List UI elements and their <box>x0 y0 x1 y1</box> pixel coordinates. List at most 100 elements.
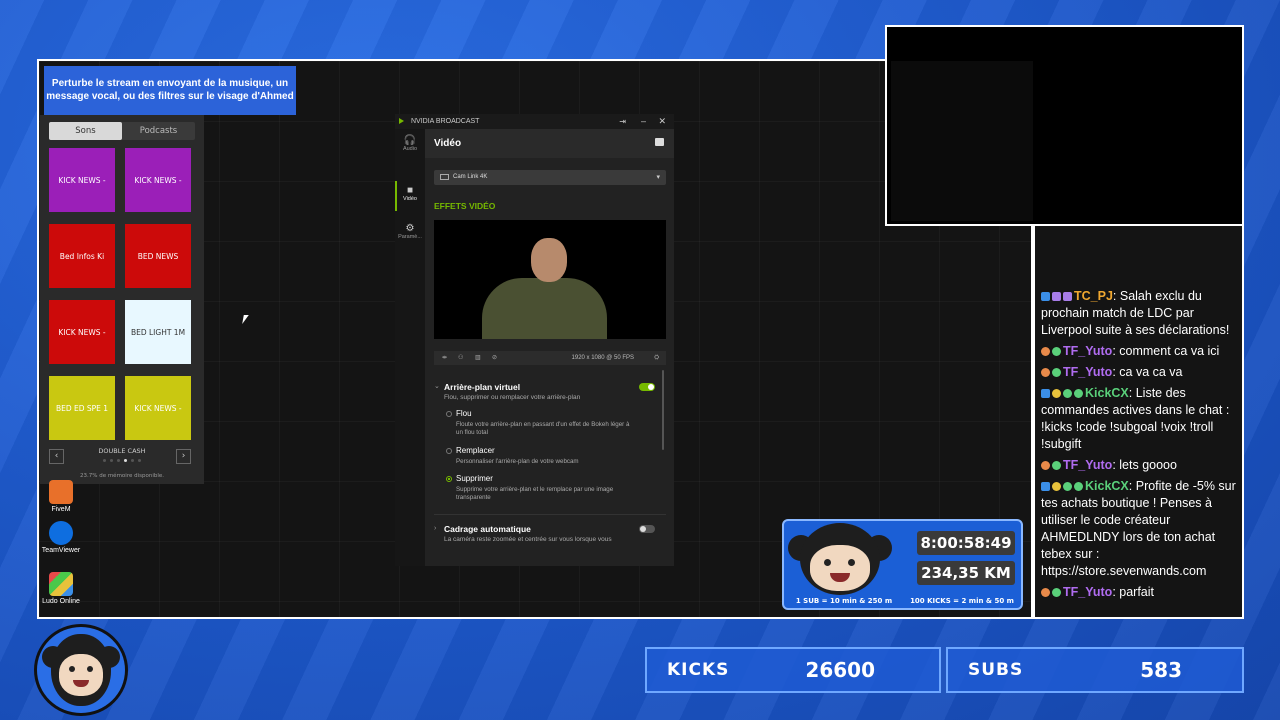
subs-label: SUBS <box>968 660 1024 680</box>
chat-text: ca va ca va <box>1119 365 1183 379</box>
chat-text: Profite de -5% sur tes achats boutique !… <box>1041 479 1236 578</box>
sound-button[interactable]: KICK NEWS - <box>125 376 191 440</box>
chat-message: TC_PJ: Salah exclu du prochain match de … <box>1041 288 1236 339</box>
scrollbar[interactable] <box>662 370 664 450</box>
kicks-label: KICKS <box>667 660 730 680</box>
chat-username[interactable]: TF_Yuto <box>1063 365 1112 379</box>
webcam-feed <box>891 61 1033 221</box>
person-head <box>531 238 567 282</box>
kicks-rule: 100 KICKS = 2 min & 50 m <box>910 597 1014 605</box>
chat-username[interactable]: TF_Yuto <box>1063 585 1112 599</box>
chat-message: TF_Yuto: comment ca va ici <box>1041 343 1236 360</box>
option-radio-flou[interactable] <box>446 411 452 417</box>
timer-display: 8:00:58:49 <box>917 531 1015 555</box>
webcam-icon <box>440 174 449 180</box>
section-title: Vidéo <box>434 138 462 149</box>
badge-icon <box>1041 292 1050 301</box>
resolution-select[interactable]: 1920 x 1080 @ 50 FPS <box>572 351 634 365</box>
nvidia-broadcast-window: NVIDIA BROADCAST ⇥ – ✕ 🎧 Audio ■ Vidéo ⚙… <box>395 114 674 566</box>
desktop-icon-fivem[interactable]: FiveM <box>41 480 81 513</box>
sound-button[interactable]: BED NEWS <box>125 224 191 288</box>
teamviewer-icon <box>49 521 73 545</box>
effect-desc: La caméra reste zoomée et centrée sur vo… <box>444 536 612 543</box>
tab-podcasts[interactable]: Podcasts <box>122 122 195 140</box>
chat-message: KickCX: Profite de -5% sur tes achats bo… <box>1041 478 1236 580</box>
webcam-frame <box>885 25 1244 226</box>
effects-title: EFFETS VIDÉO <box>434 201 496 211</box>
chat-username[interactable]: KickCX <box>1085 386 1129 400</box>
person-icon[interactable]: ⚇ <box>458 351 463 365</box>
hide-icon[interactable]: ⊘ <box>492 351 497 365</box>
mirror-icon[interactable]: ⇹ <box>442 351 447 365</box>
chat-username[interactable]: KickCX <box>1085 479 1129 493</box>
soundboard-tabs: Sons Podcasts <box>49 122 195 140</box>
prev-page-button[interactable]: ‹ <box>49 449 64 464</box>
divider <box>434 514 666 515</box>
speaker-icon[interactable]: ⛭ <box>654 351 659 365</box>
badge-icon <box>1063 292 1072 301</box>
desktop-icon-ludo[interactable]: Ludo Online <box>41 572 81 605</box>
sound-button[interactable]: KICK NEWS - <box>49 300 115 364</box>
badge-icon <box>1041 588 1050 597</box>
sound-button[interactable]: Bed Infos Ki <box>49 224 115 288</box>
chevron-right-icon[interactable]: › <box>434 525 436 532</box>
option-desc: Supprime votre arrière-plan et le rempla… <box>456 486 614 501</box>
chat-username[interactable]: TF_Yuto <box>1063 458 1112 472</box>
option-name: Remplacer <box>456 446 495 455</box>
person-body <box>482 278 607 339</box>
option-desc: Personnaliser l'arrière-plan de votre we… <box>456 458 579 465</box>
effect-toggle[interactable] <box>639 383 655 391</box>
sidebar-item-settings[interactable]: ⚙ Paramè... <box>395 223 425 240</box>
desktop-icon-teamviewer[interactable]: TeamViewer <box>41 521 81 554</box>
window-title: NVIDIA BROADCAST <box>411 118 480 125</box>
layout-icon[interactable]: ▥ <box>475 351 481 365</box>
badge-icon <box>1052 461 1061 470</box>
chat-username[interactable]: TF_Yuto <box>1063 344 1112 358</box>
chat-message: TF_Yuto: lets goooo <box>1041 457 1236 474</box>
sidebar-label: Vidéo <box>403 196 417 202</box>
mascot-avatar <box>788 523 900 595</box>
effect-name: Cadrage automatique <box>444 524 531 534</box>
desktop-icon-label: TeamViewer <box>41 547 81 554</box>
badge-icon <box>1041 461 1050 470</box>
soundboard-banner: Perturbe le stream en envoyant de la mus… <box>44 66 296 115</box>
device-select-value: Cam Link 4K <box>453 174 488 180</box>
option-radio-remplacer[interactable] <box>446 448 452 454</box>
effect-desc: Flou, supprimer ou remplacer votre arriè… <box>444 394 581 401</box>
distance-display: 234,35 KM <box>917 561 1015 585</box>
chat-panel: TC_PJ: Salah exclu du prochain match de … <box>1033 226 1244 619</box>
headphones-icon: 🎧 <box>403 135 417 146</box>
option-radio-supprimer[interactable] <box>446 476 452 482</box>
kicks-value: 26600 <box>805 658 875 682</box>
effect-name: Arrière-plan virtuel <box>444 382 521 392</box>
sidebar-item-audio[interactable]: 🎧 Audio <box>395 135 425 152</box>
sidebar-label: Audio <box>402 146 418 152</box>
subs-counter: SUBS 583 <box>946 647 1244 693</box>
login-icon[interactable]: ⇥ <box>619 114 626 129</box>
tab-sons[interactable]: Sons <box>49 122 122 140</box>
channel-logo <box>34 624 128 716</box>
camera-icon: ■ <box>406 185 414 196</box>
fivem-icon <box>49 480 73 504</box>
sound-button[interactable]: BED ED SPE 1 <box>49 376 115 440</box>
sound-button[interactable]: KICK NEWS - <box>125 148 191 212</box>
chat-username[interactable]: TC_PJ <box>1074 289 1113 303</box>
sound-button[interactable]: BED LIGHT 1M <box>125 300 191 364</box>
chevron-down-icon[interactable]: ⌄ <box>434 382 440 390</box>
badge-icon <box>1063 482 1072 491</box>
feedback-icon[interactable] <box>655 138 664 146</box>
minimize-button[interactable]: – <box>641 114 646 129</box>
option-name: Supprimer <box>456 474 493 483</box>
badge-icon <box>1041 482 1050 491</box>
effect-toggle[interactable] <box>639 525 655 533</box>
effects-list: ⌄ Arrière-plan virtuel Flou, supprimer o… <box>434 370 666 550</box>
device-select[interactable]: Cam Link 4K ▾ <box>434 170 666 185</box>
badge-icon <box>1052 368 1061 377</box>
close-button[interactable]: ✕ <box>658 114 666 129</box>
badge-icon <box>1052 292 1061 301</box>
next-page-button[interactable]: › <box>176 449 191 464</box>
sound-button[interactable]: KICK NEWS - <box>49 148 115 212</box>
badge-icon <box>1074 482 1083 491</box>
subs-value: 583 <box>1140 658 1182 682</box>
sidebar-item-video[interactable]: ■ Vidéo <box>395 185 425 202</box>
